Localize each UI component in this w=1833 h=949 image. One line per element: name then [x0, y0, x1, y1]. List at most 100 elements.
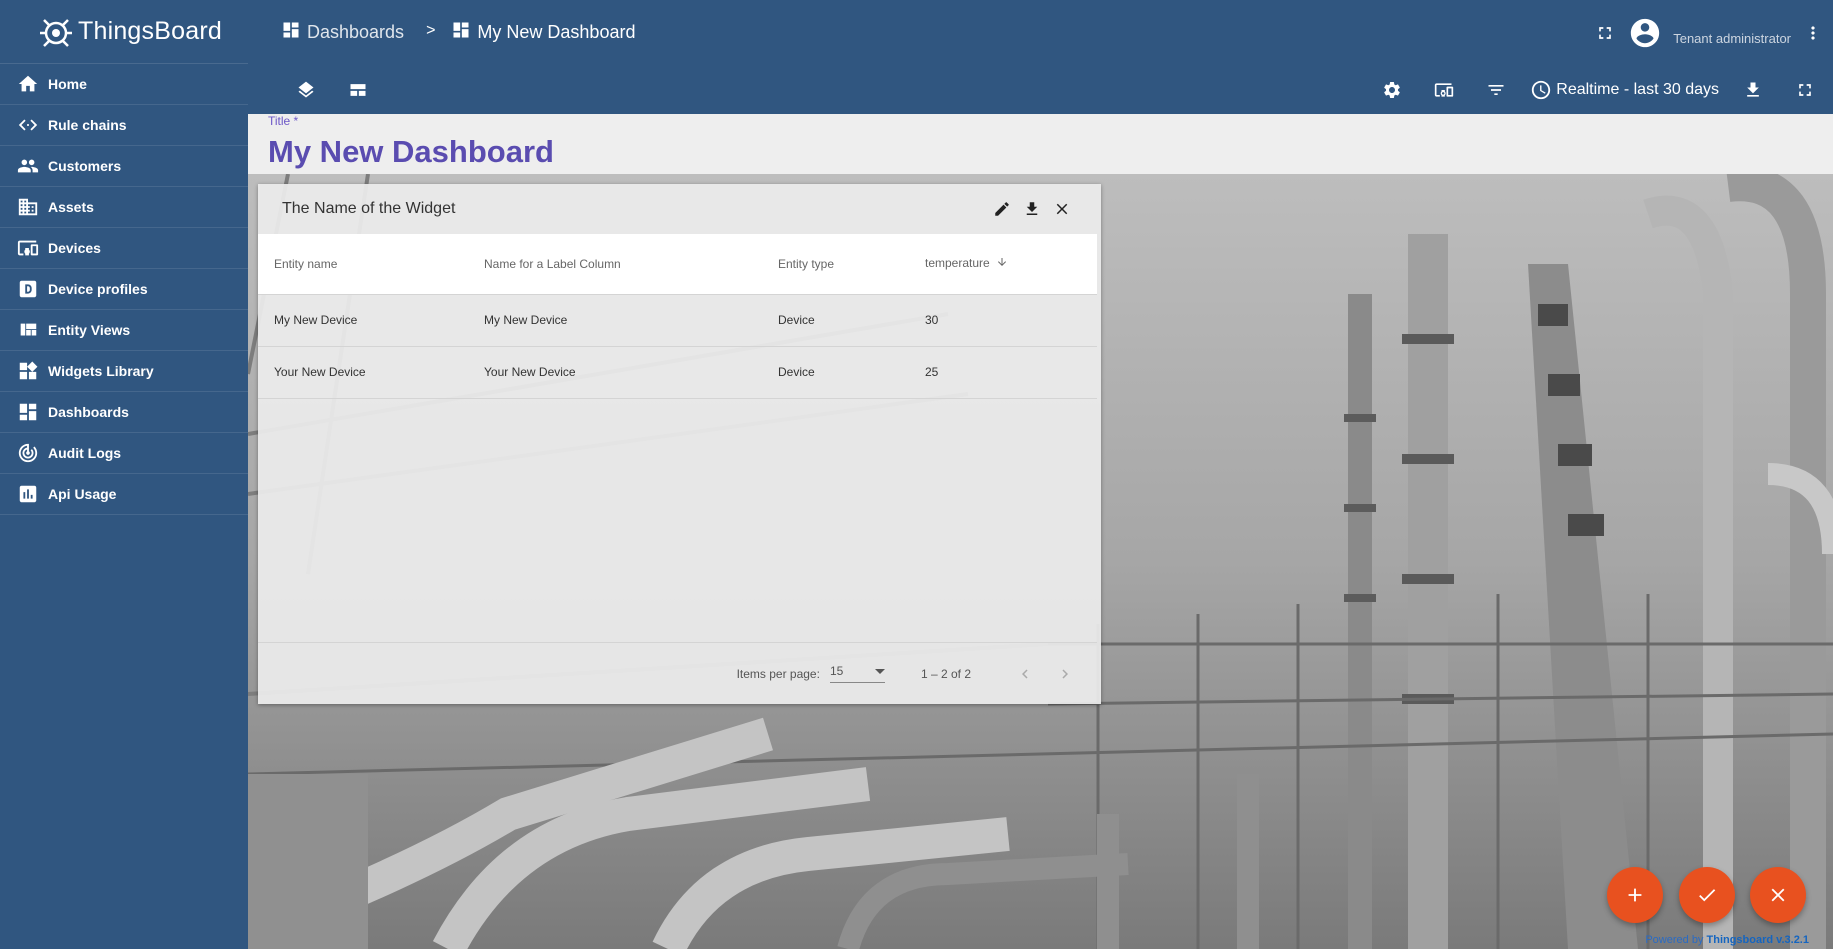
fullscreen-button[interactable]: [1587, 15, 1623, 51]
layers-icon: [298, 81, 314, 98]
table-cell: 30: [925, 313, 939, 327]
sidebar-item-label: Widgets Library: [48, 363, 154, 379]
column-header-label: temperature: [925, 256, 990, 271]
toolbar-right: Realtime - last 30 days: [1358, 66, 1823, 114]
column-header-label: Name for a Label Column: [484, 256, 621, 271]
sidebar-item-entity-views[interactable]: Entity Views: [0, 310, 248, 351]
sidebar-item-dashboards[interactable]: Dashboards: [0, 392, 248, 433]
sidebar-item-label: Dashboards: [48, 404, 129, 420]
view-agenda-icon: [350, 84, 366, 96]
people-icon: [16, 154, 40, 178]
sidebar-item-device-profiles[interactable]: Device profiles: [0, 269, 248, 310]
dashboard-title-input[interactable]: [268, 134, 868, 170]
add-widget-button[interactable]: [1607, 867, 1663, 923]
top-bar: Dashboards > My New Dashboard Tenant adm…: [248, 0, 1833, 114]
powered-by-prefix: Powered by: [1645, 934, 1704, 946]
logo[interactable]: ThingsBoard: [0, 0, 248, 64]
entities-table-widget: The Name of the Widget Entity name Name: [258, 184, 1101, 704]
sidebar-item-widgets-library[interactable]: Widgets Library: [0, 351, 248, 392]
dashboard-fullscreen-button[interactable]: [1787, 72, 1823, 108]
clock-icon: [1532, 80, 1551, 100]
widget-header: The Name of the Widget: [258, 184, 1101, 234]
filters-button[interactable]: [1478, 72, 1514, 108]
breadcrumb-dashboards-link[interactable]: Dashboards: [307, 22, 404, 43]
close-icon: [1771, 888, 1785, 902]
export-widget-button[interactable]: [1017, 194, 1047, 224]
download-icon: [1747, 82, 1759, 97]
edit-widget-button[interactable]: [987, 194, 1017, 224]
remove-widget-button[interactable]: [1047, 194, 1077, 224]
dashboard-icon: [281, 20, 301, 45]
column-header-label: Entity type: [778, 256, 835, 271]
download-icon: [1026, 202, 1038, 215]
pencil-icon: [995, 202, 1009, 216]
user-role: Tenant administrator: [1673, 30, 1791, 46]
sidebar-item-label: Assets: [48, 199, 94, 215]
table-row[interactable]: My New Device My New Device Device 30: [258, 294, 1097, 346]
app-name: ThingsBoard: [78, 17, 222, 45]
timewindow-button[interactable]: Realtime - last 30 days: [1530, 79, 1719, 101]
apply-changes-button[interactable]: [1679, 867, 1735, 923]
user-menu-button[interactable]: [1799, 15, 1827, 51]
table-header-row: Entity name Name for a Label Column Enti…: [258, 234, 1097, 294]
table-cell: Your New Device: [274, 365, 366, 379]
arrow-down-icon: [996, 256, 1008, 271]
manage-layers-button[interactable]: [288, 72, 324, 108]
check-icon: [1699, 889, 1716, 902]
dashboard-icon: [16, 400, 40, 424]
manage-layouts-button[interactable]: [340, 72, 376, 108]
sidebar-item-label: Api Usage: [48, 486, 117, 502]
entities-table-container: Entity name Name for a Label Column Enti…: [258, 234, 1097, 399]
sidebar-item-label: Rule chains: [48, 117, 127, 133]
dashboard-icon: [451, 20, 471, 45]
table-cell: Device: [778, 365, 815, 379]
next-page-button[interactable]: [1045, 654, 1085, 694]
previous-page-button[interactable]: [1005, 654, 1045, 694]
sidebar-item-label: Device profiles: [48, 281, 148, 297]
timewindow-label: Realtime - last 30 days: [1556, 81, 1719, 98]
device-profile-icon: [16, 277, 40, 301]
sidebar-item-home[interactable]: Home: [0, 64, 248, 105]
decline-changes-button[interactable]: [1750, 867, 1806, 923]
sidebar-item-audit-logs[interactable]: Audit Logs: [0, 433, 248, 474]
code-arrows-icon: [16, 113, 40, 137]
filter-list-icon: [1488, 85, 1504, 95]
home-icon: [16, 72, 40, 96]
building-icon: [16, 195, 40, 219]
column-header-entity-type[interactable]: Entity type: [762, 234, 909, 294]
sidebar-item-assets[interactable]: Assets: [0, 187, 248, 228]
sidebar-item-customers[interactable]: Customers: [0, 146, 248, 187]
sidebar-item-label: Devices: [48, 240, 101, 256]
view-quilt-icon: [16, 318, 40, 342]
items-per-page-value: 15: [829, 664, 844, 678]
breadcrumb-current: My New Dashboard: [477, 22, 636, 42]
settings-button[interactable]: [1374, 72, 1410, 108]
table-row[interactable]: Your New Device Your New Device Device 2…: [258, 346, 1097, 398]
sidebar-item-label: Home: [48, 76, 87, 92]
fullscreen-icon: [1799, 84, 1811, 96]
toolbar-left: [288, 66, 376, 114]
dropdown-arrow-icon: [874, 669, 885, 674]
table-cell: Device: [778, 313, 815, 327]
table-cell: My New Device: [484, 313, 568, 327]
sidebar-item-devices[interactable]: Devices: [0, 228, 248, 269]
powered-by-link[interactable]: Thingsboard v.3.2.1: [1707, 934, 1810, 946]
export-dashboard-button[interactable]: [1735, 72, 1771, 108]
breadcrumb-separator: >: [426, 21, 436, 39]
account-circle-icon: [1631, 18, 1660, 48]
sidebar-nav: Home Rule chains Customers Assets Devices Dev…: [0, 64, 248, 515]
user-avatar[interactable]: [1623, 11, 1667, 55]
column-header-label-column[interactable]: Name for a Label Column: [468, 234, 762, 294]
gear-icon: [1384, 82, 1401, 98]
column-header-entity-name[interactable]: Entity name: [258, 234, 468, 294]
entities-table: Entity name Name for a Label Column Enti…: [258, 234, 1097, 399]
items-per-page-select[interactable]: 15: [829, 664, 885, 683]
insert-chart-icon: [16, 482, 40, 506]
sidebar-item-api-usage[interactable]: Api Usage: [0, 474, 248, 515]
column-header-temperature[interactable]: temperature: [909, 234, 1097, 294]
paginator: Items per page: 15 1 – 2 of 2: [258, 642, 1097, 704]
sidebar-item-label: Entity Views: [48, 322, 131, 338]
sidebar-item-rule-chains[interactable]: Rule chains: [0, 105, 248, 146]
aliases-button[interactable]: [1426, 72, 1462, 108]
fullscreen-icon: [1599, 27, 1612, 39]
